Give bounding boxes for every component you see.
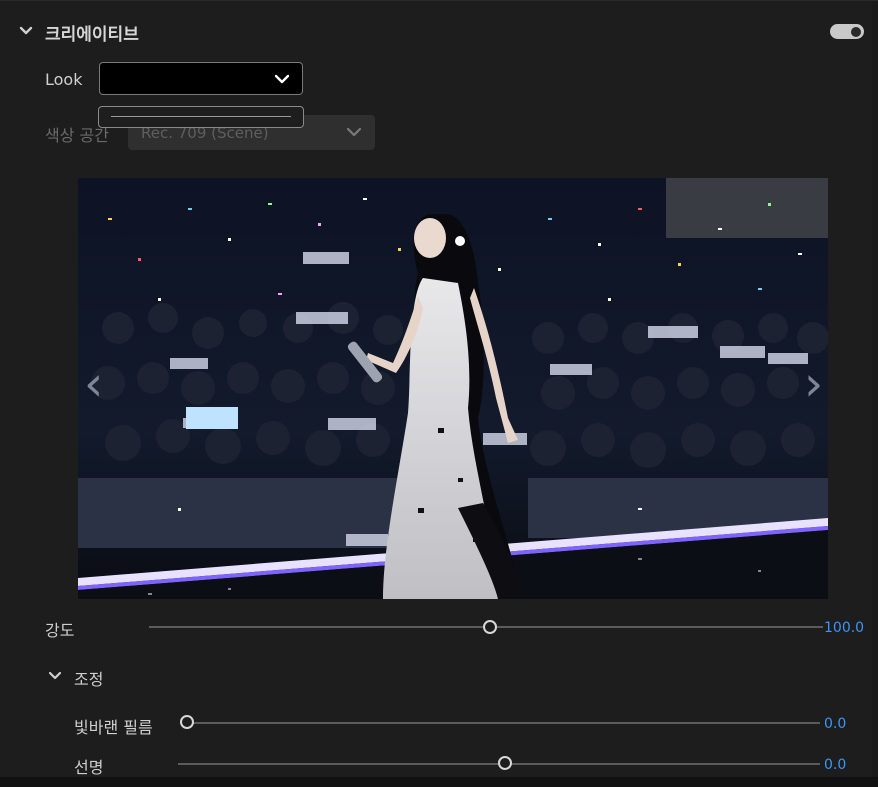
faded-film-value[interactable]: 0.0 — [824, 716, 846, 732]
creative-enable-toggle[interactable] — [830, 24, 864, 39]
dropdown-separator — [111, 116, 291, 117]
chevron-down-icon — [346, 127, 362, 137]
intensity-value[interactable]: 100.0 — [824, 620, 864, 636]
preview-next-arrow[interactable]: › — [804, 356, 823, 412]
faded-film-label: 빛바랜 필름 — [74, 718, 153, 737]
section-title[interactable]: 크리에이티브 — [45, 20, 139, 45]
intensity-slider-thumb[interactable] — [483, 620, 497, 634]
intensity-label: 강도 — [45, 621, 75, 640]
concert-photo: ‹ › — [78, 178, 828, 599]
faded-film-slider-thumb[interactable] — [180, 715, 194, 729]
adjust-section-title[interactable]: 조정 — [74, 666, 103, 690]
look-dropdown-menu[interactable] — [98, 106, 304, 128]
look-label: Look — [45, 70, 83, 89]
chevron-down-icon[interactable] — [18, 23, 34, 39]
look-select[interactable] — [99, 62, 303, 95]
panel-scroll-gutter[interactable] — [872, 1, 878, 787]
sharpen-slider-thumb[interactable] — [498, 756, 512, 770]
chevron-down-icon[interactable] — [47, 668, 63, 684]
toggle-knob — [851, 26, 861, 37]
preview-prev-arrow[interactable]: ‹ — [84, 356, 103, 412]
sharpen-label: 선명 — [74, 758, 104, 777]
chevron-down-icon — [274, 74, 290, 84]
lumetri-creative-panel: 크리에이티브 Look 색상 공간 Rec. 709 (Scene) ‹ › 강… — [0, 0, 878, 787]
look-preview-image: ‹ › — [78, 178, 828, 599]
sharpen-value[interactable]: 0.0 — [824, 757, 846, 773]
faded-film-slider-track[interactable] — [192, 722, 820, 724]
